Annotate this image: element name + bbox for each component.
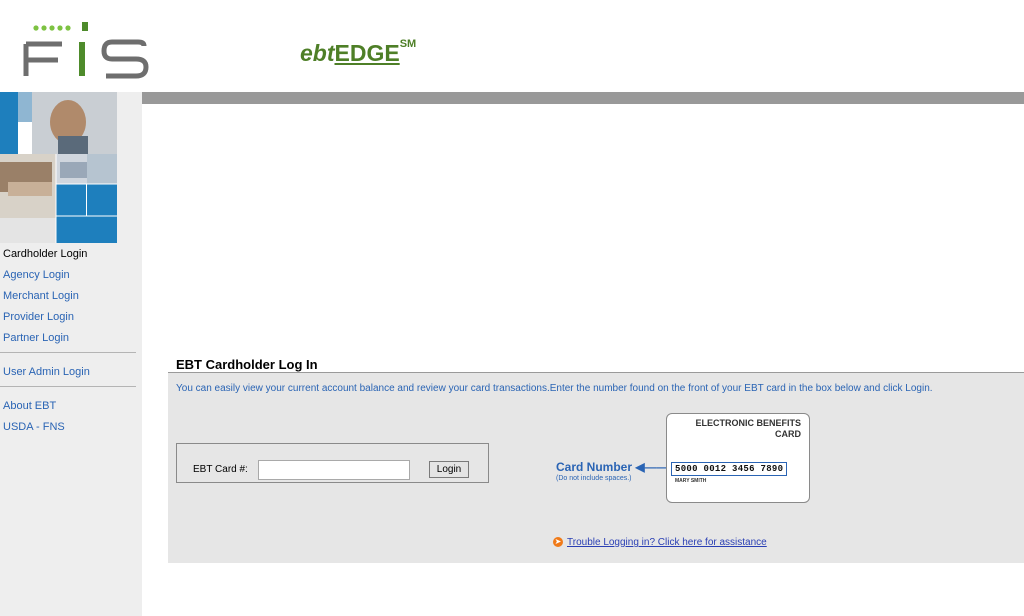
card-title-line2: CARD: [775, 429, 801, 439]
help-arrow-icon: ➤: [553, 537, 563, 548]
card-sample-name: MARY SMITH: [675, 478, 707, 484]
sidebar: Cardholder Login Agency Login Merchant L…: [0, 92, 142, 616]
sidebar-divider: [0, 352, 136, 353]
card-number-callout: Card Number ◀——: [556, 460, 669, 474]
sidebar-item-user-admin-login[interactable]: User Admin Login: [3, 365, 139, 379]
sidebar-item-about-ebt[interactable]: About EBT: [3, 399, 139, 413]
trouble-help: ➤ Trouble Logging in? Click here for assi…: [553, 537, 767, 548]
sidebar-item-cardholder-login[interactable]: Cardholder Login: [3, 247, 139, 261]
sidebar-item-agency-login[interactable]: Agency Login: [3, 268, 139, 282]
sidebar-item-merchant-login[interactable]: Merchant Login: [3, 289, 139, 303]
card-title-line1: ELECTRONIC BENEFITS: [695, 418, 801, 428]
sidebar-divider: [0, 386, 136, 387]
ebt-card-illustration: Card Number ◀—— (Do not include spaces.)…: [550, 411, 816, 503]
card-number-callout-text: Card Number: [556, 460, 633, 474]
sidebar-item-provider-login[interactable]: Provider Login: [3, 310, 139, 324]
card-number-label: EBT Card #:: [193, 464, 248, 475]
brand-sm: SM: [399, 38, 417, 50]
card-number-input[interactable]: [258, 460, 410, 480]
sidebar-item-usda-fns[interactable]: USDA - FNS: [3, 420, 139, 434]
sidebar-item-partner-login[interactable]: Partner Login: [3, 331, 139, 345]
sidebar-photo-collage: [0, 92, 117, 243]
header-divider-bar: [142, 92, 1024, 104]
fis-logo: [23, 22, 149, 79]
card-number-note: (Do not include spaces.): [556, 475, 632, 482]
ebt-card-graphic: ELECTRONIC BENEFITS CARD 5000 0012 3456 …: [666, 413, 810, 503]
arrow-left-icon: ◀——: [632, 460, 669, 474]
ebtedge-brand: ebtEDGESM: [300, 38, 417, 67]
login-panel: You can easily view your current account…: [168, 372, 1024, 563]
login-description: You can easily view your current account…: [176, 383, 933, 394]
trouble-logging-in-link[interactable]: Trouble Logging in? Click here for assis…: [567, 537, 767, 548]
login-button[interactable]: Login: [429, 461, 469, 478]
login-title: EBT Cardholder Log In: [176, 357, 318, 372]
brand-ebt: ebt: [300, 40, 335, 66]
sidebar-nav: Cardholder Login Agency Login Merchant L…: [0, 247, 139, 441]
card-sample-number: 5000 0012 3456 7890: [671, 462, 788, 476]
card-entry-box: EBT Card #: Login: [176, 443, 489, 483]
brand-edge: EDGE: [334, 40, 400, 66]
